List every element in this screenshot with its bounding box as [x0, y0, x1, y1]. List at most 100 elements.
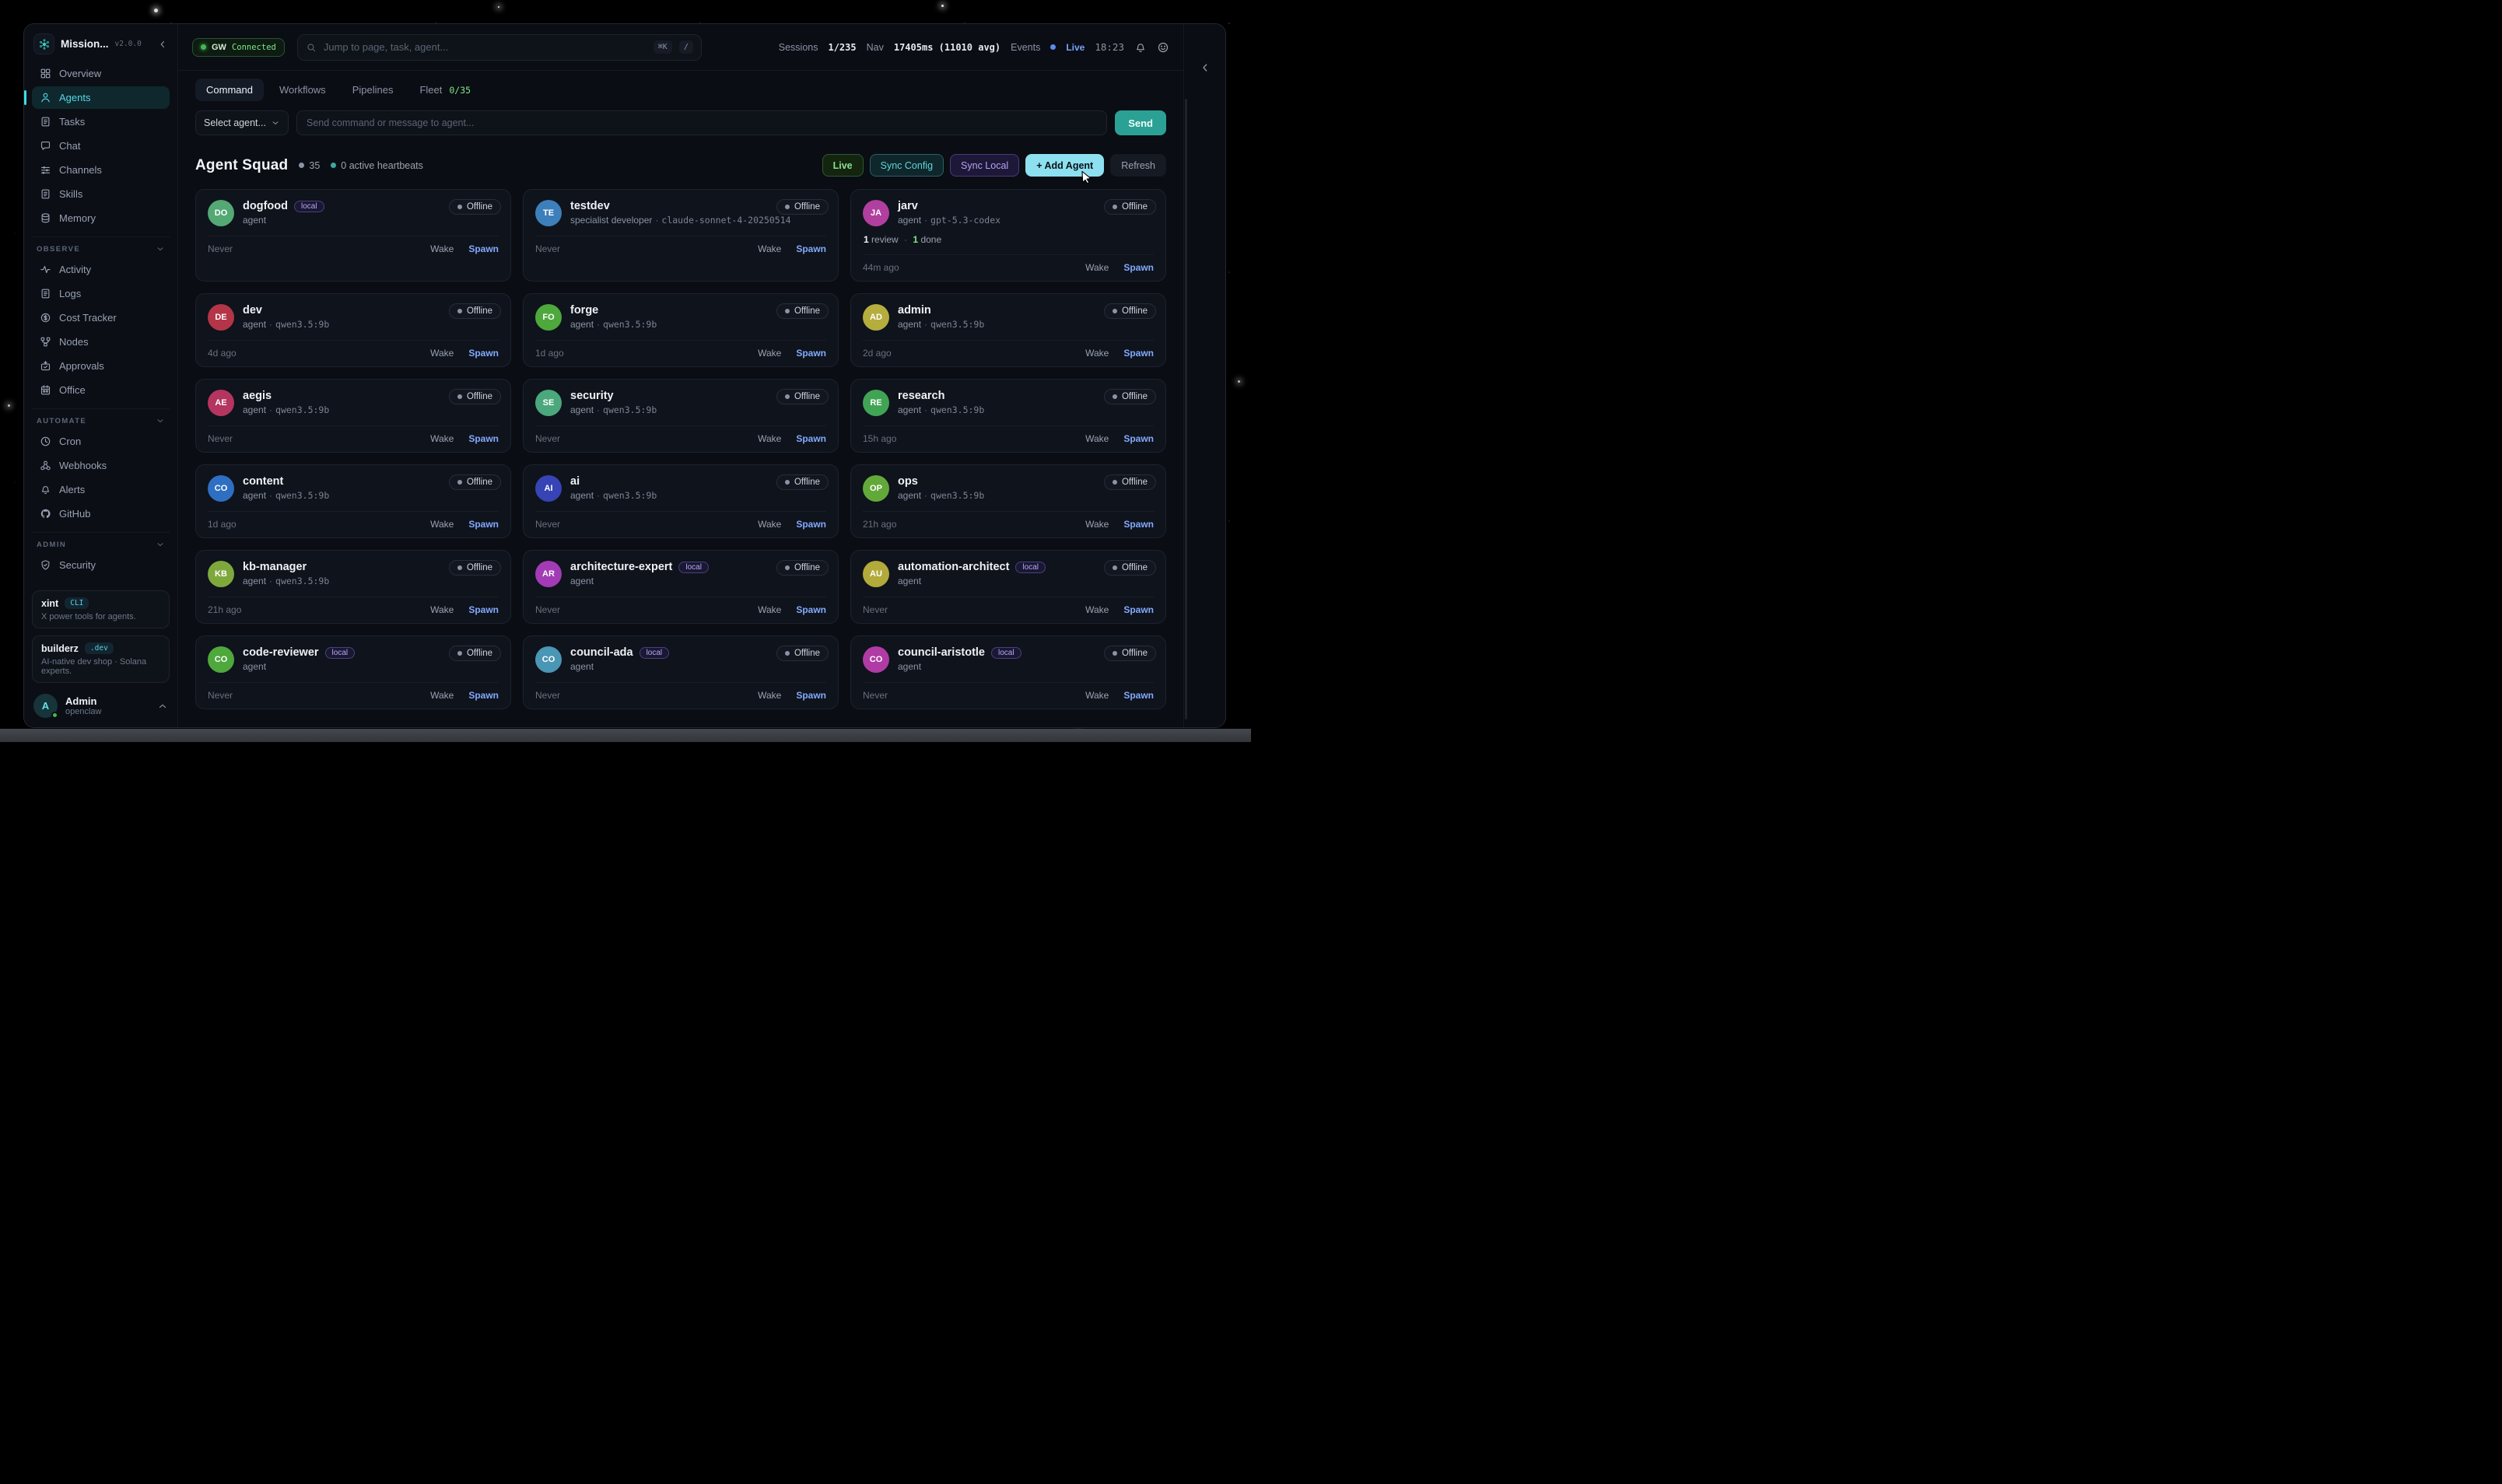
- agent-card-testdev[interactable]: Offline TE testdev: [523, 189, 839, 282]
- feedback-smiley-icon[interactable]: [1157, 41, 1169, 54]
- sidebar-item-github[interactable]: GitHub: [32, 502, 170, 525]
- spawn-button[interactable]: Spawn: [796, 690, 826, 701]
- spawn-button[interactable]: Spawn: [796, 348, 826, 359]
- sidebar-item-approvals[interactable]: Approvals: [32, 355, 170, 377]
- sidebar-item-overview[interactable]: Overview: [32, 62, 170, 85]
- spawn-button[interactable]: Spawn: [1123, 262, 1154, 273]
- wake-button[interactable]: Wake: [430, 519, 454, 530]
- promo-card-builderz[interactable]: builderz .dev AI-native dev shop · Solan…: [32, 635, 170, 683]
- sidebar-item-nodes[interactable]: Nodes: [32, 331, 170, 353]
- chevron-up-icon[interactable]: [157, 701, 168, 712]
- spawn-button[interactable]: Spawn: [1123, 348, 1154, 359]
- spawn-button[interactable]: Spawn: [468, 604, 499, 615]
- tab-pipelines[interactable]: Pipelines: [342, 79, 405, 101]
- sidebar-collapse-icon[interactable]: [157, 39, 168, 50]
- sidebar-item-office[interactable]: Office: [32, 379, 170, 401]
- agent-card-ai[interactable]: Offline AI ai: [523, 464, 839, 538]
- agent-card-architecture-expert[interactable]: Offline AR architecture-expert local: [523, 550, 839, 624]
- wake-button[interactable]: Wake: [758, 348, 781, 359]
- spawn-button[interactable]: Spawn: [1123, 604, 1154, 615]
- sidebar-item-channels[interactable]: Channels: [32, 159, 170, 181]
- scrollbar[interactable]: [1185, 99, 1187, 719]
- agent-card-council-aristotle[interactable]: Offline CO council-aristotle local: [850, 635, 1166, 709]
- chevron-down-icon[interactable]: [156, 540, 165, 549]
- spawn-button[interactable]: Spawn: [796, 519, 826, 530]
- action-button-live[interactable]: Live: [822, 154, 864, 177]
- panel-collapse-icon[interactable]: [1199, 61, 1211, 74]
- sidebar-item-webhooks[interactable]: Webhooks: [32, 454, 170, 477]
- agent-card-kb-manager[interactable]: Offline KB kb-manager: [195, 550, 511, 624]
- sidebar-item-tasks[interactable]: Tasks: [32, 110, 170, 133]
- wake-button[interactable]: Wake: [758, 433, 781, 444]
- tab-workflows[interactable]: Workflows: [268, 79, 337, 101]
- agent-card-security[interactable]: Offline SE security: [523, 379, 839, 453]
- sidebar-item-skills[interactable]: Skills: [32, 183, 170, 205]
- sidebar-item-alerts[interactable]: Alerts: [32, 478, 170, 501]
- user-menu[interactable]: A Admin openclaw: [32, 692, 170, 718]
- agent-card-admin[interactable]: Offline AD admin: [850, 293, 1166, 367]
- sidebar-item-chat[interactable]: Chat: [32, 135, 170, 157]
- wake-button[interactable]: Wake: [1085, 433, 1109, 444]
- chevron-down-icon[interactable]: [156, 416, 165, 425]
- action-button-refresh[interactable]: Refresh: [1110, 154, 1166, 177]
- agent-card-forge[interactable]: Offline FO forge: [523, 293, 839, 367]
- wake-button[interactable]: Wake: [430, 243, 454, 254]
- tab-command[interactable]: Command: [195, 79, 264, 101]
- wake-button[interactable]: Wake: [1085, 604, 1109, 615]
- agent-card-research[interactable]: Offline RE research: [850, 379, 1166, 453]
- spawn-button[interactable]: Spawn: [468, 690, 499, 701]
- chevron-down-icon[interactable]: [156, 244, 165, 254]
- spawn-button[interactable]: Spawn: [468, 433, 499, 444]
- wake-button[interactable]: Wake: [430, 348, 454, 359]
- sidebar-item-logs[interactable]: Logs: [32, 282, 170, 305]
- spawn-button[interactable]: Spawn: [468, 519, 499, 530]
- wake-button[interactable]: Wake: [430, 690, 454, 701]
- wake-button[interactable]: Wake: [1085, 348, 1109, 359]
- sidebar-item-cost-tracker[interactable]: Cost Tracker: [32, 306, 170, 329]
- wake-button[interactable]: Wake: [1085, 262, 1109, 273]
- agent-card-content[interactable]: Offline CO content: [195, 464, 511, 538]
- sidebar-brand: Mission... v2.0.0: [32, 33, 170, 62]
- spawn-button[interactable]: Spawn: [1123, 690, 1154, 701]
- command-input[interactable]: [296, 110, 1107, 135]
- spawn-button[interactable]: Spawn: [468, 348, 499, 359]
- sidebar-item-security[interactable]: Security: [32, 554, 170, 576]
- agent-select[interactable]: Select agent...: [195, 110, 289, 135]
- wake-button[interactable]: Wake: [430, 433, 454, 444]
- nav-label: Memory: [59, 212, 96, 224]
- agent-card-dogfood[interactable]: Offline DO dogfood local: [195, 189, 511, 282]
- wake-button[interactable]: Wake: [1085, 690, 1109, 701]
- wake-button[interactable]: Wake: [758, 243, 781, 254]
- spawn-button[interactable]: Spawn: [796, 243, 826, 254]
- send-button[interactable]: Send: [1115, 110, 1166, 135]
- wake-button[interactable]: Wake: [758, 604, 781, 615]
- agent-card-ops[interactable]: Offline OP ops: [850, 464, 1166, 538]
- action-button-sync-config[interactable]: Sync Config: [870, 154, 944, 177]
- tab-fleet[interactable]: Fleet 0/35: [408, 79, 482, 101]
- notifications-bell-icon[interactable]: [1134, 41, 1147, 54]
- action-button-sync-local[interactable]: Sync Local: [950, 154, 1019, 177]
- promo-card-xint[interactable]: xint CLI X power tools for agents.: [32, 590, 170, 628]
- spawn-button[interactable]: Spawn: [468, 243, 499, 254]
- sidebar-item-cron[interactable]: Cron: [32, 430, 170, 453]
- agent-card-jarv[interactable]: Offline JA jarv: [850, 189, 1166, 282]
- agent-card-council-ada[interactable]: Offline CO council-ada local: [523, 635, 839, 709]
- action-button-add-agent[interactable]: + Add Agent: [1025, 154, 1104, 177]
- agent-card-dev[interactable]: Offline DE dev: [195, 293, 511, 367]
- spawn-button[interactable]: Spawn: [1123, 433, 1154, 444]
- spawn-button[interactable]: Spawn: [796, 433, 826, 444]
- global-search[interactable]: ⌘K /: [297, 34, 702, 61]
- spawn-button[interactable]: Spawn: [796, 604, 826, 615]
- wake-button[interactable]: Wake: [1085, 519, 1109, 530]
- sidebar-item-agents[interactable]: Agents: [32, 86, 170, 109]
- wake-button[interactable]: Wake: [758, 519, 781, 530]
- wake-button[interactable]: Wake: [758, 690, 781, 701]
- wake-button[interactable]: Wake: [430, 604, 454, 615]
- sidebar-item-memory[interactable]: Memory: [32, 207, 170, 229]
- agent-card-automation-architect[interactable]: Offline AU automation-architect local: [850, 550, 1166, 624]
- search-input[interactable]: [324, 41, 647, 53]
- spawn-button[interactable]: Spawn: [1123, 519, 1154, 530]
- sidebar-item-activity[interactable]: Activity: [32, 258, 170, 281]
- agent-card-code-reviewer[interactable]: Offline CO code-reviewer local: [195, 635, 511, 709]
- agent-card-aegis[interactable]: Offline AE aegis: [195, 379, 511, 453]
